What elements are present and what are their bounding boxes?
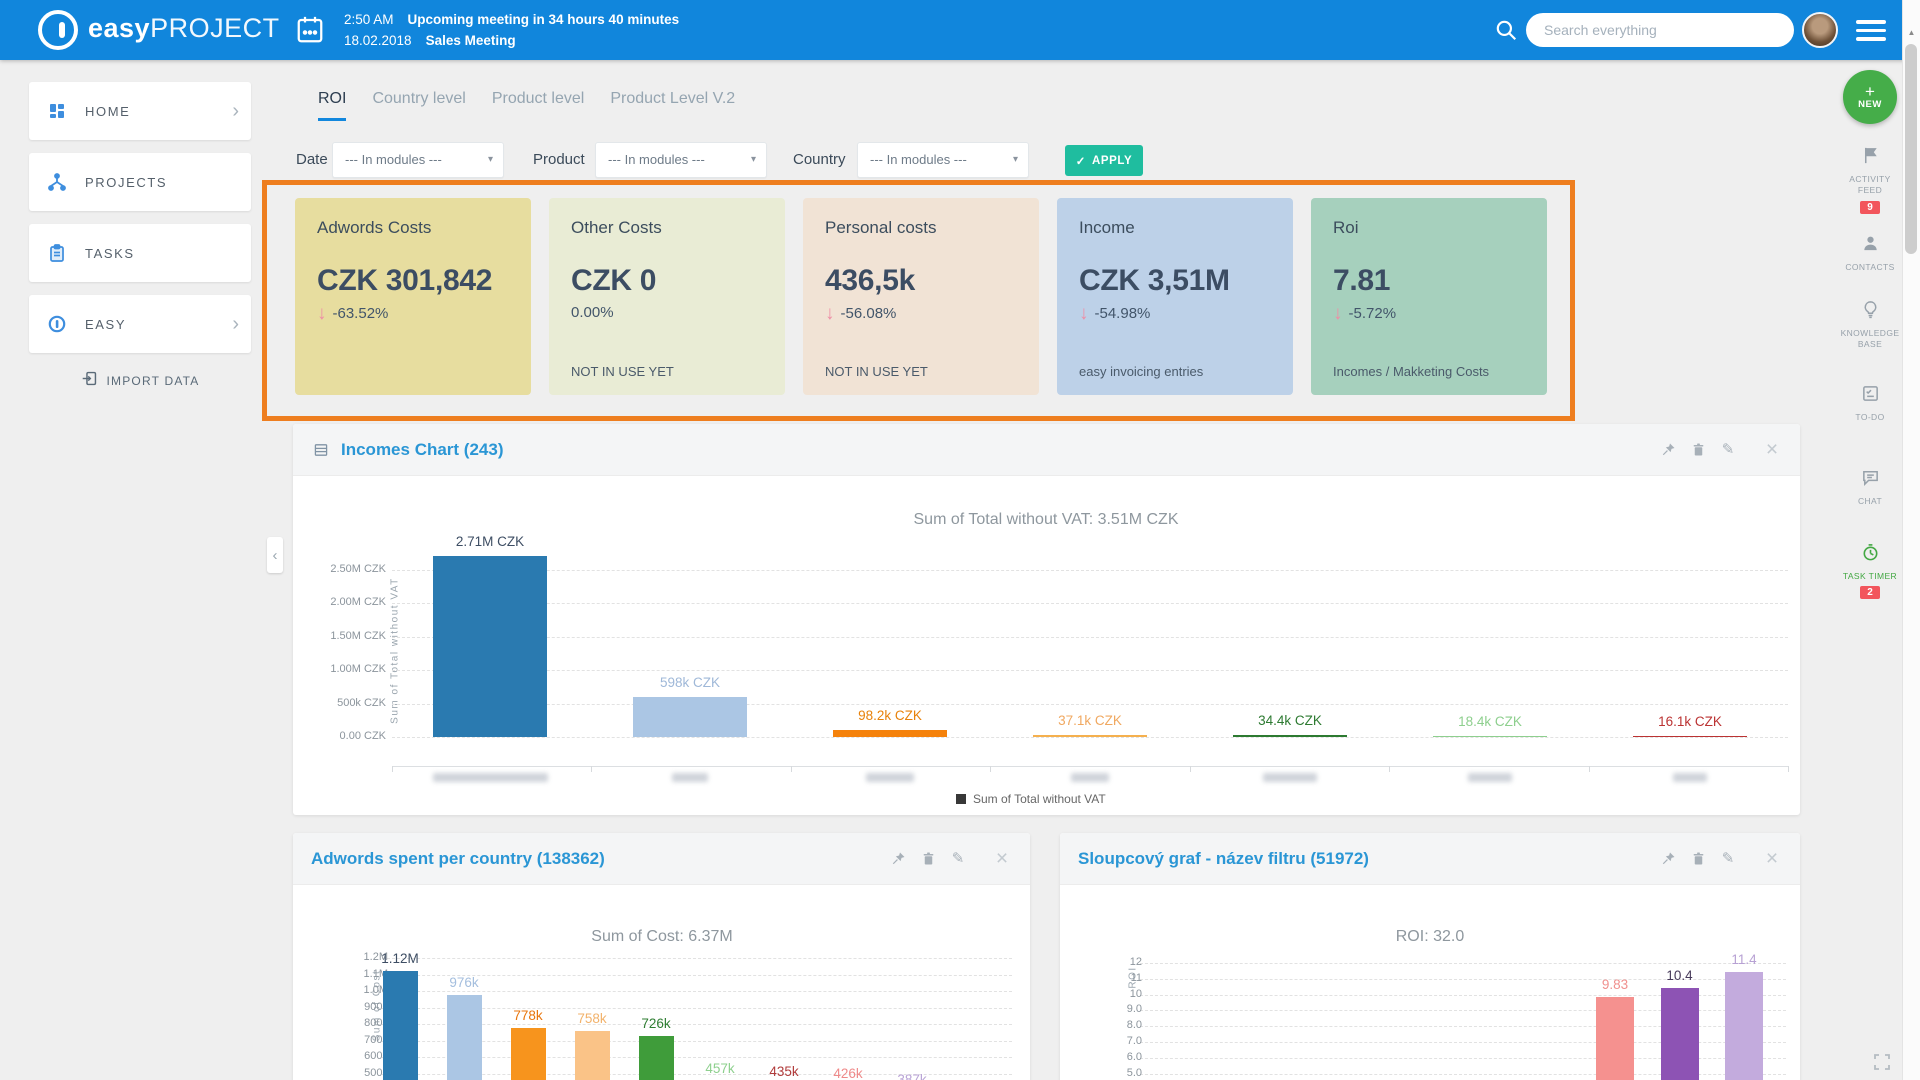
meeting-date: 18.02.2018 xyxy=(344,30,412,51)
upcoming-meeting-text: Upcoming meeting in 34 hours 40 minutes xyxy=(408,9,680,30)
meeting-name: Sales Meeting xyxy=(426,30,516,51)
sidebar-item-label: TASKS xyxy=(85,246,251,261)
search-input[interactable] xyxy=(1526,13,1830,47)
meeting-notice[interactable]: 2:50 AM Upcoming meeting in 34 hours 40 m… xyxy=(344,9,679,51)
rail-item-to-do[interactable]: TO-DO xyxy=(1837,384,1903,423)
import-data-button[interactable]: IMPORT DATA xyxy=(29,370,251,392)
trash-icon[interactable] xyxy=(1688,442,1708,457)
rail-item-contacts[interactable]: CONTACTS xyxy=(1837,234,1903,273)
hamburger-menu-icon[interactable] xyxy=(1856,20,1886,46)
view-tabs: ROI Country level Product level Product Lev… xyxy=(318,90,735,121)
sidebar-item-label: EASY xyxy=(85,317,232,332)
rail-item-task-timer[interactable]: TASK TIMER 2 xyxy=(1837,543,1903,599)
top-bar: easyPROJECT 2:50 AM Upcoming meeting in 3… xyxy=(0,0,1920,60)
widget-list-icon xyxy=(311,442,331,458)
home-grid-icon xyxy=(47,101,71,121)
pin-icon[interactable] xyxy=(1658,442,1678,457)
fullscreen-icon[interactable] xyxy=(1872,1052,1892,1077)
chat-bubble-icon xyxy=(1861,468,1880,492)
close-icon[interactable]: × xyxy=(1762,439,1782,460)
person-icon xyxy=(1861,234,1880,258)
rail-item-label: ACTIVITY FEED xyxy=(1837,174,1903,197)
chevron-down-icon: ▾ xyxy=(1013,143,1018,177)
pin-icon[interactable] xyxy=(1658,851,1678,866)
incomes-chart-panel: Incomes Chart (243) ✎ × xyxy=(293,424,1800,815)
highlight-border xyxy=(262,180,1575,421)
date-filter-dropdown[interactable]: --- In modules ---▾ xyxy=(332,142,504,178)
timer-clock-icon xyxy=(1861,543,1880,567)
rail-item-label: KNOWLEDGE BASE xyxy=(1837,328,1903,351)
date-filter-label: Date xyxy=(296,151,328,168)
easy-project-logo-icon[interactable] xyxy=(38,10,78,50)
search-icon[interactable] xyxy=(1494,18,1518,47)
chevron-down-icon: ▾ xyxy=(488,143,493,177)
chevron-down-icon: ▾ xyxy=(751,143,756,177)
tab-roi[interactable]: ROI xyxy=(318,90,346,121)
country-filter-dropdown[interactable]: --- In modules ---▾ xyxy=(857,142,1029,178)
panel-title-link[interactable]: Sloupcový graf - název filtru (51972) xyxy=(1078,849,1369,869)
import-icon xyxy=(81,370,98,392)
rail-item-chat[interactable]: CHAT xyxy=(1837,468,1903,507)
rail-item-knowledge-base[interactable]: KNOWLEDGE BASE xyxy=(1837,300,1903,351)
rail-item-label: CHAT xyxy=(1858,496,1882,507)
logo-text[interactable]: easyPROJECT xyxy=(88,13,280,44)
edit-pencil-icon[interactable]: ✎ xyxy=(1718,442,1738,457)
adwords-chart-panel: Adwords spent per country (138362) ✎ × xyxy=(293,833,1030,1080)
panel-title-link[interactable]: Adwords spent per country (138362) xyxy=(311,849,605,869)
badge-count: 9 xyxy=(1860,201,1880,214)
chevron-right-icon: › xyxy=(232,314,239,334)
collapse-sidebar-chevron[interactable]: ‹ xyxy=(267,537,283,573)
chevron-right-icon: › xyxy=(232,101,239,121)
projects-icon xyxy=(47,172,71,192)
todo-list-icon xyxy=(1861,384,1880,408)
badge-count: 2 xyxy=(1860,586,1880,599)
avatar[interactable] xyxy=(1802,12,1838,48)
tab-country-level[interactable]: Country level xyxy=(372,90,465,121)
rail-item-label: TASK TIMER xyxy=(1843,571,1897,582)
check-icon: ✓ xyxy=(1076,154,1086,168)
tasks-icon xyxy=(47,243,71,263)
tab-product-level[interactable]: Product level xyxy=(492,90,585,121)
close-icon[interactable]: × xyxy=(1762,848,1782,869)
product-filter-label: Product xyxy=(533,151,585,168)
easy-logo-icon xyxy=(47,314,71,334)
rail-item-activity-feed[interactable]: ACTIVITY FEED 9 xyxy=(1837,146,1903,214)
tab-product-level-v-2[interactable]: Product Level V.2 xyxy=(610,90,735,121)
current-time: 2:50 AM xyxy=(344,9,394,30)
edit-pencil-icon[interactable]: ✎ xyxy=(948,851,968,866)
scrollbar-thumb[interactable] xyxy=(1905,44,1917,254)
close-icon[interactable]: × xyxy=(992,848,1012,869)
sidebar-item-label: HOME xyxy=(85,104,232,119)
product-filter-dropdown[interactable]: --- In modules ---▾ xyxy=(595,142,767,178)
sloupcovy-chart-panel: Sloupcový graf - název filtru (51972) ✎ … xyxy=(1060,833,1800,1080)
scrollbar: ▲ xyxy=(1902,0,1920,1080)
edit-pencil-icon[interactable]: ✎ xyxy=(1718,851,1738,866)
apply-button[interactable]: ✓APPLY xyxy=(1065,145,1143,176)
scroll-up-arrow[interactable]: ▲ xyxy=(1903,28,1920,37)
sidebar-item-home[interactable]: HOME› xyxy=(29,82,251,140)
panel-title-link[interactable]: Incomes Chart (243) xyxy=(341,440,504,460)
panel-header: Incomes Chart (243) ✎ × xyxy=(293,424,1800,476)
pin-icon[interactable] xyxy=(888,851,908,866)
calendar-icon[interactable] xyxy=(296,15,324,50)
panel-header: Adwords spent per country (138362) ✎ × xyxy=(293,833,1030,885)
new-button[interactable]: + NEW xyxy=(1843,70,1897,124)
sidebar-item-tasks[interactable]: TASKS xyxy=(29,224,251,282)
search-box xyxy=(1526,13,1794,47)
sidebar-item-label: PROJECTS xyxy=(85,175,251,190)
sidebar-item-easy[interactable]: EASY› xyxy=(29,295,251,353)
sidebar-item-projects[interactable]: PROJECTS xyxy=(29,153,251,211)
country-filter-label: Country xyxy=(793,151,846,168)
lightbulb-icon xyxy=(1861,300,1880,324)
trash-icon[interactable] xyxy=(918,851,938,866)
easy-project-dashboard: easyPROJECT 2:50 AM Upcoming meeting in 3… xyxy=(0,0,1920,1080)
rail-item-label: TO-DO xyxy=(1855,412,1884,423)
panel-header: Sloupcový graf - název filtru (51972) ✎ … xyxy=(1060,833,1800,885)
flag-icon xyxy=(1861,146,1880,170)
plus-icon: + xyxy=(1865,85,1875,99)
trash-icon[interactable] xyxy=(1688,851,1708,866)
rail-item-label: CONTACTS xyxy=(1845,262,1894,273)
